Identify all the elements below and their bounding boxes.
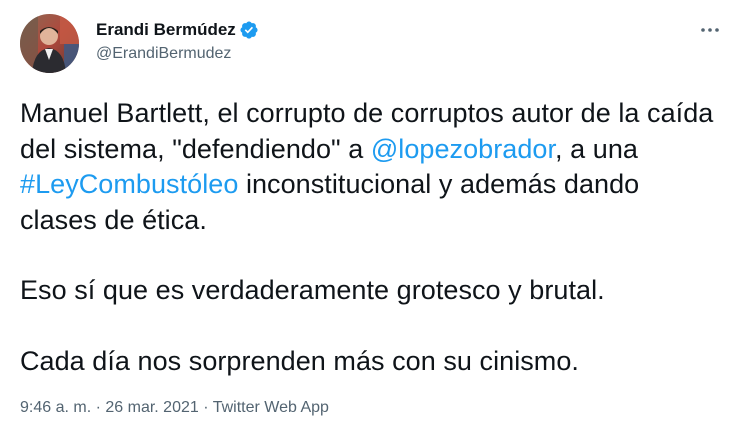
mention-link[interactable]: @lopezobrador	[371, 134, 555, 164]
meta-separator: ·	[91, 399, 106, 416]
tweet-paragraph: Cada día nos sorprenden más con su cinis…	[20, 344, 720, 380]
tweet-paragraph: Eso sí que es verdaderamente grotesco y …	[20, 273, 720, 309]
display-name[interactable]: Erandi Bermúdez	[96, 20, 236, 40]
tweet-text-segment: Cada día nos sorprenden más con su cinis…	[20, 345, 579, 376]
author-handle[interactable]: @ErandiBermudez	[96, 45, 259, 63]
avatar[interactable]	[20, 14, 79, 73]
avatar-image	[20, 14, 79, 73]
tweet-text-segment: , a una	[555, 133, 638, 164]
verified-badge-icon	[239, 20, 259, 40]
author-names: Erandi Bermúdez @ErandiBermudez	[96, 18, 259, 63]
tweet-date[interactable]: 26 mar. 2021	[105, 399, 198, 416]
tweet-metadata: 9:46 a. m. · 26 mar. 2021 · Twitter Web …	[20, 399, 329, 417]
tweet-source[interactable]: Twitter Web App	[213, 399, 329, 416]
tweet-card: Erandi Bermúdez @ErandiBermudez Manuel B…	[0, 0, 744, 434]
hashtag-link[interactable]: #LeyCombustóleo	[20, 169, 238, 199]
tweet-text-segment: Eso sí que es verdaderamente grotesco y …	[20, 275, 605, 305]
tweet-header: Erandi Bermúdez @ErandiBermudez	[20, 14, 728, 76]
meta-separator: ·	[198, 399, 213, 416]
more-options-icon[interactable]	[696, 20, 724, 40]
tweet-paragraph: Manuel Bartlett, el corrupto de corrupto…	[20, 96, 720, 238]
tweet-text: Manuel Bartlett, el corrupto de corrupto…	[20, 96, 720, 379]
display-name-row[interactable]: Erandi Bermúdez	[96, 18, 259, 42]
tweet-time[interactable]: 9:46 a. m.	[20, 399, 91, 416]
